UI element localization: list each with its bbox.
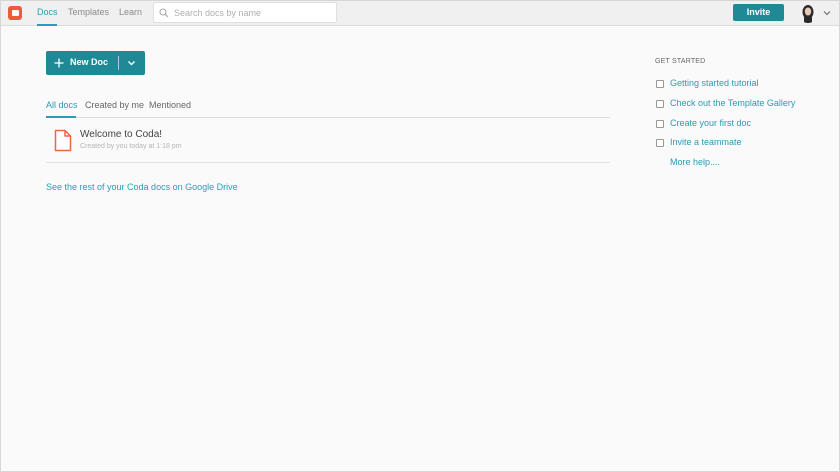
- search-icon: [159, 8, 169, 18]
- button-divider: [118, 56, 119, 70]
- search-input[interactable]: [174, 5, 332, 20]
- doc-list-item[interactable]: Welcome to Coda! Created by you today at…: [46, 119, 610, 163]
- checklist-item-first-doc[interactable]: Create your first doc: [656, 118, 816, 130]
- checklist-item-invite-teammate[interactable]: Invite a teammate: [656, 137, 816, 149]
- filter-tab-mentioned[interactable]: Mentioned: [149, 100, 191, 110]
- invite-button[interactable]: Invite: [733, 4, 784, 21]
- checklist-item-template-gallery[interactable]: Check out the Template Gallery: [656, 98, 816, 110]
- plus-icon: [54, 58, 64, 68]
- filter-tab-all-docs[interactable]: All docs: [46, 100, 78, 110]
- filter-tab-created-by-me[interactable]: Created by me: [85, 100, 144, 110]
- chevron-down-icon[interactable]: [823, 9, 831, 17]
- new-doc-button[interactable]: New Doc: [46, 51, 145, 75]
- checklist-label[interactable]: Getting started tutorial: [670, 78, 759, 88]
- doc-file-icon: [54, 129, 72, 152]
- chevron-down-icon[interactable]: [127, 59, 136, 67]
- checklist-label[interactable]: Create your first doc: [670, 118, 751, 128]
- doc-meta: Created by you today at 1:18 pm: [80, 143, 182, 150]
- avatar-image: [799, 3, 817, 23]
- top-navigation-bar: Docs Templates Learn Invite: [0, 0, 840, 26]
- checkbox[interactable]: [656, 100, 664, 108]
- coda-logo-icon[interactable]: [8, 6, 22, 20]
- new-doc-label: New Doc: [70, 57, 109, 67]
- checkbox[interactable]: [656, 139, 664, 147]
- checklist-label[interactable]: Check out the Template Gallery: [670, 98, 795, 108]
- get-started-heading: GET STARTED: [655, 58, 706, 65]
- checkbox[interactable]: [656, 120, 664, 128]
- nav-tab-learn[interactable]: Learn: [119, 7, 142, 17]
- user-avatar[interactable]: [799, 3, 817, 23]
- search-box[interactable]: [153, 2, 337, 23]
- nav-tab-docs[interactable]: Docs: [37, 7, 58, 17]
- google-drive-link[interactable]: See the rest of your Coda docs on Google…: [46, 182, 238, 192]
- active-tab-indicator: [37, 24, 57, 26]
- doc-title[interactable]: Welcome to Coda!: [80, 129, 162, 140]
- checkbox[interactable]: [656, 80, 664, 88]
- active-filter-indicator: [46, 116, 76, 118]
- tabs-divider: [46, 117, 610, 118]
- more-help-link[interactable]: More help....: [670, 157, 720, 167]
- nav-tab-templates[interactable]: Templates: [68, 7, 109, 17]
- checklist-label[interactable]: Invite a teammate: [670, 137, 742, 147]
- checklist-item-tutorial[interactable]: Getting started tutorial: [656, 78, 816, 90]
